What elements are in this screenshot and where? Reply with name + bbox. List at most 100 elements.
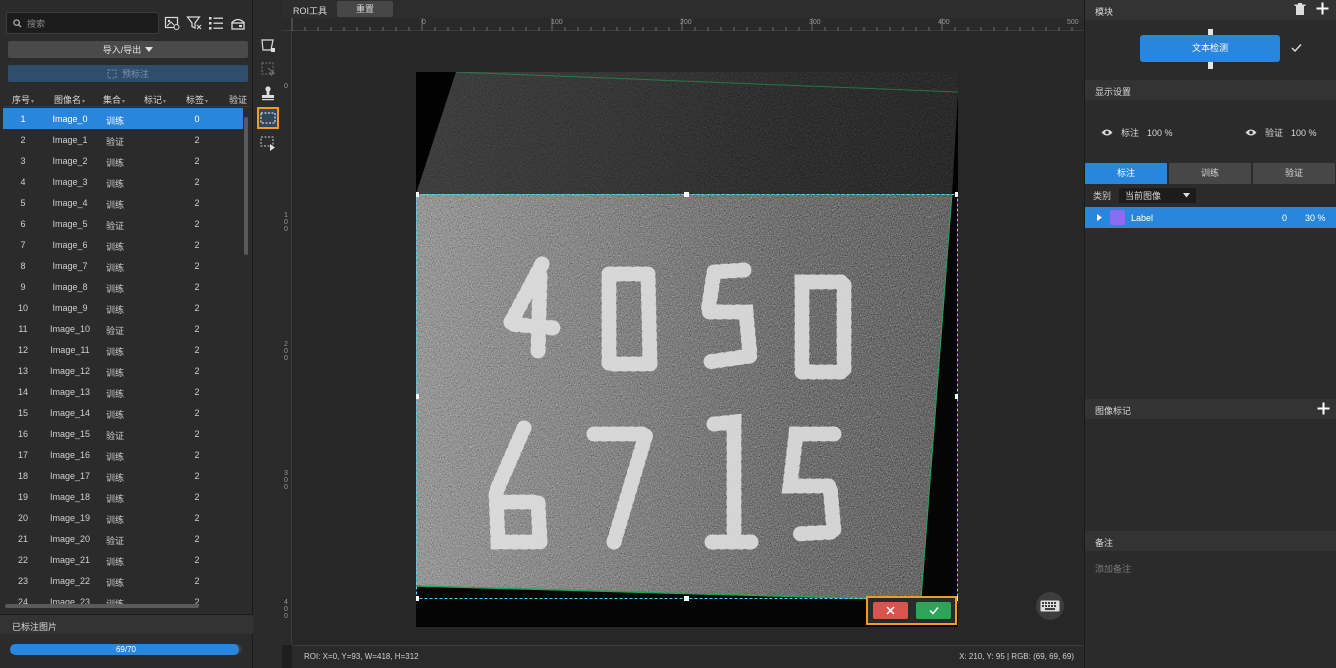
table-row[interactable]: 7 Image_6 训练 2 [3,234,243,255]
list-view-icon[interactable] [208,15,224,31]
eye-icon [1101,129,1113,136]
annotation-visibility[interactable]: 标注 100 % [1101,126,1173,139]
column-header[interactable]: 集合▾ [103,93,125,106]
table-row[interactable]: 1 Image_0 训练 0 [3,108,243,129]
cancel-roi-button[interactable] [873,602,908,619]
table-row[interactable]: 20 Image_19 训练 2 [3,507,243,528]
sort-icon: ▾ [31,99,35,105]
vertical-scrollbar[interactable] [244,117,248,255]
table-row[interactable]: 15 Image_14 训练 2 [3,402,243,423]
table-row[interactable]: 3 Image_2 训练 2 [3,150,243,171]
table-row[interactable]: 5 Image_4 训练 2 [3,192,243,213]
camera-icon[interactable] [230,15,246,31]
keyboard-shortcuts-button[interactable] [1036,592,1064,620]
filter-icon[interactable] [186,15,202,31]
cell-idx: 23 [17,576,28,586]
horizontal-scrollbar[interactable] [5,604,199,608]
cell-tag: 2 [194,471,200,481]
cell-tag: 2 [194,576,200,586]
tool-strip [253,0,282,668]
table-row[interactable]: 22 Image_21 训练 2 [3,549,243,570]
cell-idx: 15 [17,408,28,418]
image-tag-title: 图像标记 [1095,406,1132,416]
table-row[interactable]: 19 Image_18 训练 2 [3,486,243,507]
polygon-tool[interactable] [257,34,279,56]
smart-select-tool[interactable] [257,58,279,80]
image-canvas[interactable]: 4050 6715 [292,31,1084,645]
roi-rectangle-tool[interactable] [257,107,279,129]
trash-icon[interactable] [1294,3,1306,16]
cell-idx: 8 [20,261,26,271]
ruler-tick-label: 400 [938,19,950,26]
roi-copy-tool[interactable] [257,132,279,154]
cell-name: Image_0 [52,114,88,124]
column-header-label: 图像名 [54,95,82,105]
search-row: 搜索 [6,12,248,34]
cell-name: Image_12 [49,366,91,376]
label-name: Label [1131,213,1154,223]
notes-input[interactable]: 添加备注 [1095,562,1131,575]
tab-validate[interactable]: 验证 [1253,163,1335,184]
cell-name: Image_15 [49,429,91,439]
image-filter-icon[interactable] [164,15,180,31]
cell-idx: 5 [20,198,26,208]
cell-name: Image_9 [52,303,88,313]
table-row[interactable]: 23 Image_22 训练 2 [3,570,243,591]
cell-tag: 2 [194,156,200,166]
cell-name: Image_10 [49,324,91,334]
table-row[interactable]: 16 Image_15 验证 2 [3,423,243,444]
label-list-item[interactable]: Label 0 30 % [1085,207,1336,228]
expand-arrow-icon[interactable] [1097,214,1102,221]
column-header[interactable]: 标记▾ [144,93,166,106]
column-header[interactable]: 序号▾ [12,93,34,106]
prelabel-label: 预标注 [121,69,149,79]
add-tag-icon[interactable] [1317,402,1330,415]
eye-icon [1245,129,1257,136]
tab-annotate[interactable]: 标注 [1085,163,1167,184]
cell-name: Image_4 [52,198,88,208]
table-row[interactable]: 11 Image_10 验证 2 [3,318,243,339]
column-header[interactable]: 图像名▾ [54,93,85,106]
display-settings-header: 显示设置 [1085,80,1336,100]
module-enabled-check-icon[interactable] [1291,43,1302,53]
roi-rectangle-icon [260,112,276,124]
table-row[interactable]: 9 Image_8 训练 2 [3,276,243,297]
table-row[interactable]: 21 Image_20 验证 2 [3,528,243,549]
confirm-roi-button[interactable] [916,602,951,619]
column-header[interactable]: 验证 [229,93,247,106]
table-row[interactable]: 10 Image_9 训练 2 [3,297,243,318]
text-detection-module[interactable]: 文本检测 [1140,35,1280,62]
table-row[interactable]: 4 Image_3 训练 2 [3,171,243,192]
table-row[interactable]: 14 Image_13 训练 2 [3,381,243,402]
annotation-visibility-value: 100 % [1147,127,1173,138]
import-export-button[interactable]: 导入/导出 [8,41,248,58]
reset-button[interactable]: 重置 [337,1,393,17]
table-row[interactable]: 12 Image_11 训练 2 [3,339,243,360]
cell-idx: 18 [17,471,28,481]
table-row[interactable]: 18 Image_17 训练 2 [3,465,243,486]
table-row[interactable]: 8 Image_7 训练 2 [3,255,243,276]
table-row[interactable]: 6 Image_5 验证 2 [3,213,243,234]
ruler-tick-label: 0 [422,19,426,26]
table-row[interactable]: 2 Image_1 验证 2 [3,129,243,150]
add-module-icon[interactable] [1316,2,1329,15]
cell-idx: 3 [20,156,26,166]
stamp-tool[interactable] [257,82,279,104]
category-select[interactable]: 当前图像 [1119,188,1197,203]
cell-set: 训练 [106,410,125,420]
label-color-swatch[interactable] [1110,210,1125,225]
prelabel-button[interactable]: 预标注 [8,65,248,82]
roi-copy-icon [260,136,275,151]
cell-idx: 2 [20,135,26,145]
table-row[interactable]: 24 Image_23 训练 2 [3,591,243,605]
cell-name: Image_2 [52,156,88,166]
table-row[interactable]: 17 Image_16 训练 2 [3,444,243,465]
display-settings-title: 显示设置 [1095,87,1132,97]
table-row[interactable]: 13 Image_12 训练 2 [3,360,243,381]
validation-visibility[interactable]: 验证 100 % [1245,126,1317,139]
cell-name: Image_8 [52,282,88,292]
search-input[interactable]: 搜索 [6,12,159,34]
column-header[interactable]: 标签▾ [186,93,208,106]
cell-idx: 22 [17,555,28,565]
tab-train[interactable]: 训练 [1169,163,1251,184]
